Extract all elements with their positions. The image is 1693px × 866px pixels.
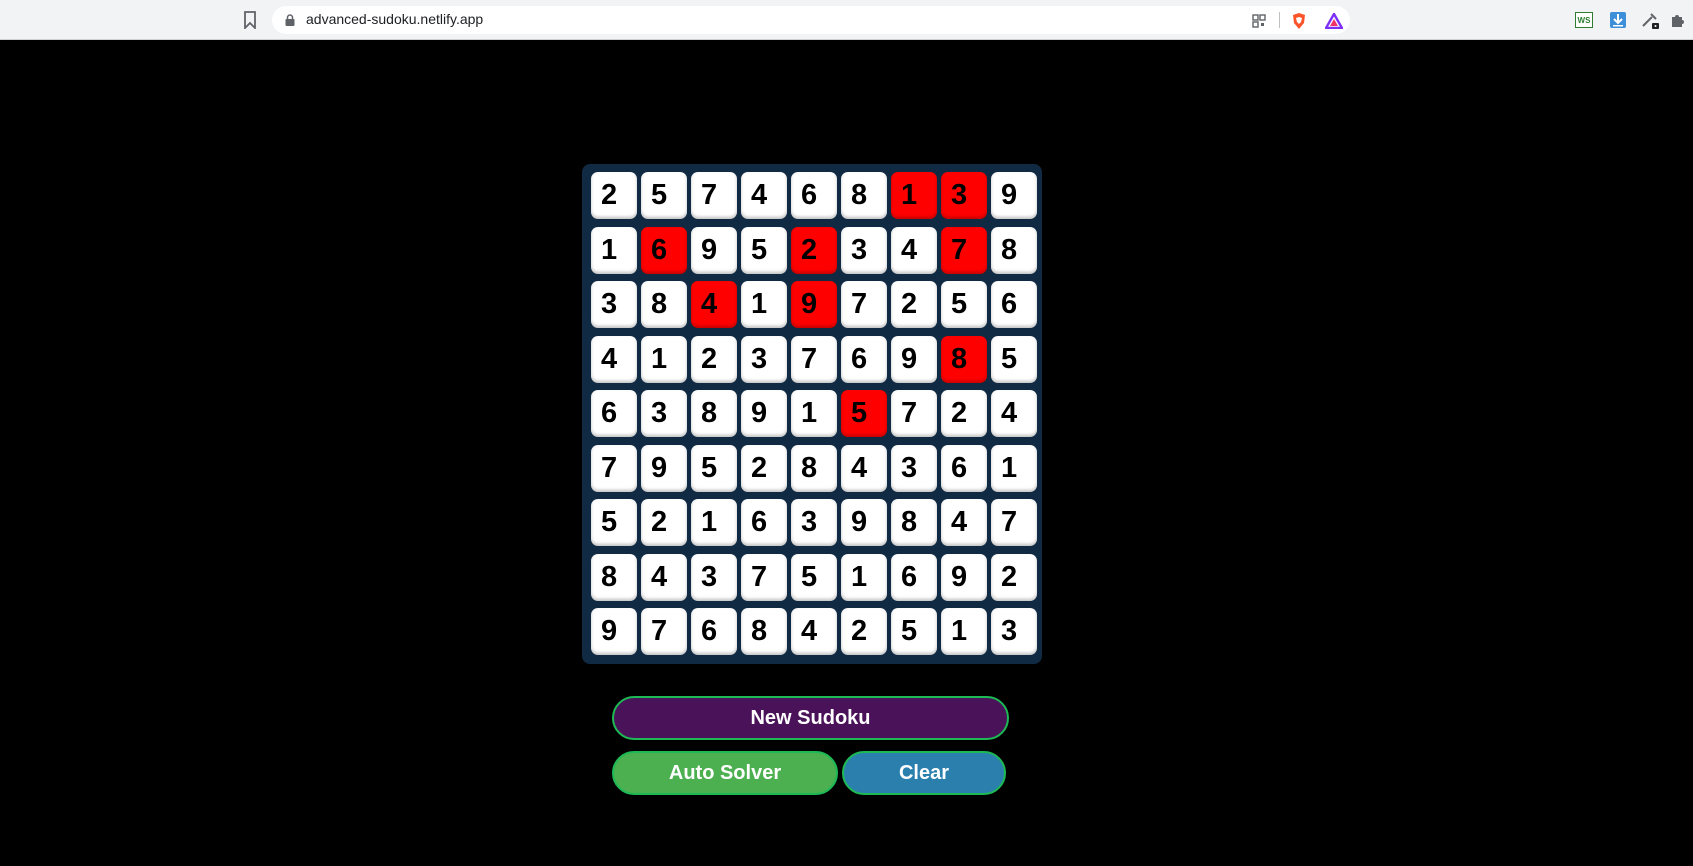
sudoku-cell-r9c2[interactable]: 7 — [641, 608, 687, 655]
sudoku-cell-r1c1[interactable]: 2 — [591, 172, 637, 219]
sudoku-cell-r1c3[interactable]: 7 — [691, 172, 737, 219]
sudoku-cell-r5c5[interactable]: 1 — [791, 390, 837, 437]
sudoku-board: 2574681391695234783841972564123769856389… — [582, 164, 1042, 664]
new-sudoku-button[interactable]: New Sudoku — [612, 696, 1009, 740]
sudoku-cell-r4c4[interactable]: 3 — [741, 335, 787, 383]
sudoku-cell-r3c3[interactable]: 4 — [691, 281, 737, 328]
sudoku-cell-r8c8[interactable]: 9 — [941, 553, 987, 601]
sudoku-cell-r4c9[interactable]: 5 — [991, 335, 1037, 383]
sudoku-cell-r7c3[interactable]: 1 — [691, 499, 737, 546]
auto-solver-button[interactable]: Auto Solver — [612, 751, 838, 795]
sudoku-cell-r3c7[interactable]: 2 — [891, 281, 937, 328]
sudoku-cell-r2c8[interactable]: 7 — [941, 226, 987, 274]
sudoku-cell-r8c5[interactable]: 5 — [791, 553, 837, 601]
sudoku-cell-r4c1[interactable]: 4 — [591, 335, 637, 383]
sudoku-cell-r7c4[interactable]: 6 — [741, 499, 787, 546]
sudoku-cell-r7c5[interactable]: 3 — [791, 499, 837, 546]
sudoku-cell-r5c3[interactable]: 8 — [691, 390, 737, 437]
sudoku-cell-r2c7[interactable]: 4 — [891, 226, 937, 274]
sudoku-cell-r6c7[interactable]: 3 — [891, 444, 937, 492]
sudoku-cell-r2c3[interactable]: 9 — [691, 226, 737, 274]
sudoku-cell-r9c8[interactable]: 1 — [941, 608, 987, 655]
sudoku-cell-r7c2[interactable]: 2 — [641, 499, 687, 546]
sudoku-cell-r3c6[interactable]: 7 — [841, 281, 887, 328]
sudoku-cell-r7c7[interactable]: 8 — [891, 499, 937, 546]
sudoku-cell-r1c7[interactable]: 1 — [891, 172, 937, 219]
clear-button[interactable]: Clear — [842, 751, 1006, 795]
brave-shield-icon[interactable] — [1290, 12, 1308, 30]
divider — [1279, 12, 1280, 28]
brave-rewards-icon[interactable] — [1325, 12, 1343, 30]
sudoku-cell-r1c8[interactable]: 3 — [941, 172, 987, 219]
sudoku-cell-r9c5[interactable]: 4 — [791, 608, 837, 655]
sudoku-cell-r6c9[interactable]: 1 — [991, 444, 1037, 492]
sudoku-cell-r1c4[interactable]: 4 — [741, 172, 787, 219]
sudoku-cell-r4c3[interactable]: 2 — [691, 335, 737, 383]
bookmark-icon[interactable] — [243, 11, 257, 29]
sudoku-cell-r6c2[interactable]: 9 — [641, 444, 687, 492]
sudoku-cell-r9c1[interactable]: 9 — [591, 608, 637, 655]
sudoku-cell-r7c9[interactable]: 7 — [991, 499, 1037, 546]
sudoku-cell-r2c9[interactable]: 8 — [991, 226, 1037, 274]
download-icon[interactable] — [1608, 10, 1628, 30]
sudoku-cell-r6c1[interactable]: 7 — [591, 444, 637, 492]
sudoku-cell-r1c2[interactable]: 5 — [641, 172, 687, 219]
sudoku-cell-r1c6[interactable]: 8 — [841, 172, 887, 219]
sudoku-cell-r5c2[interactable]: 3 — [641, 390, 687, 437]
sudoku-cell-r8c1[interactable]: 8 — [591, 553, 637, 601]
sudoku-cell-r4c8[interactable]: 8 — [941, 335, 987, 383]
browser-toolbar: advanced-sudoku.netlify.app WS — [0, 0, 1693, 40]
sudoku-cell-r6c3[interactable]: 5 — [691, 444, 737, 492]
sudoku-cell-r4c5[interactable]: 7 — [791, 335, 837, 383]
sudoku-cell-r8c3[interactable]: 3 — [691, 553, 737, 601]
sudoku-cell-r3c9[interactable]: 6 — [991, 281, 1037, 328]
sudoku-cell-r6c5[interactable]: 8 — [791, 444, 837, 492]
address-bar[interactable]: advanced-sudoku.netlify.app — [272, 6, 1350, 34]
sudoku-cell-r8c2[interactable]: 4 — [641, 553, 687, 601]
sudoku-cell-r3c1[interactable]: 3 — [591, 281, 637, 328]
sudoku-cell-r2c4[interactable]: 5 — [741, 226, 787, 274]
sudoku-cell-r3c8[interactable]: 5 — [941, 281, 987, 328]
sudoku-cell-r8c7[interactable]: 6 — [891, 553, 937, 601]
sudoku-cell-r4c7[interactable]: 9 — [891, 335, 937, 383]
sudoku-cell-r9c3[interactable]: 6 — [691, 608, 737, 655]
qr-code-icon[interactable] — [1250, 12, 1268, 30]
sudoku-cell-r6c8[interactable]: 6 — [941, 444, 987, 492]
sudoku-cell-r9c4[interactable]: 8 — [741, 608, 787, 655]
ws-extension-icon[interactable]: WS — [1575, 12, 1593, 28]
sudoku-cell-r9c9[interactable]: 3 — [991, 608, 1037, 655]
url-text[interactable]: advanced-sudoku.netlify.app — [306, 11, 483, 27]
lock-icon — [285, 14, 295, 26]
sudoku-cell-r5c1[interactable]: 6 — [591, 390, 637, 437]
sudoku-cell-r9c6[interactable]: 2 — [841, 608, 887, 655]
sudoku-cell-r4c6[interactable]: 6 — [841, 335, 887, 383]
sudoku-cell-r4c2[interactable]: 1 — [641, 335, 687, 383]
sudoku-cell-r5c9[interactable]: 4 — [991, 390, 1037, 437]
sudoku-cell-r7c8[interactable]: 4 — [941, 499, 987, 546]
sudoku-cell-r9c7[interactable]: 5 — [891, 608, 937, 655]
sudoku-cell-r2c2[interactable]: 6 — [641, 226, 687, 274]
sudoku-cell-r7c6[interactable]: 9 — [841, 499, 887, 546]
sudoku-cell-r1c9[interactable]: 9 — [991, 172, 1037, 219]
sudoku-cell-r1c5[interactable]: 6 — [791, 172, 837, 219]
sudoku-cell-r3c2[interactable]: 8 — [641, 281, 687, 328]
sudoku-cell-r5c4[interactable]: 9 — [741, 390, 787, 437]
sudoku-grid: 2574681391695234783841972564123769856389… — [591, 172, 1038, 655]
sudoku-cell-r3c4[interactable]: 1 — [741, 281, 787, 328]
eyedropper-icon[interactable] — [1640, 10, 1660, 30]
sudoku-cell-r2c5[interactable]: 2 — [791, 226, 837, 274]
sudoku-cell-r7c1[interactable]: 5 — [591, 499, 637, 546]
sudoku-cell-r5c7[interactable]: 7 — [891, 390, 937, 437]
sudoku-cell-r2c1[interactable]: 1 — [591, 226, 637, 274]
sudoku-cell-r2c6[interactable]: 3 — [841, 226, 887, 274]
sudoku-cell-r8c4[interactable]: 7 — [741, 553, 787, 601]
sudoku-cell-r8c6[interactable]: 1 — [841, 553, 887, 601]
sudoku-cell-r6c4[interactable]: 2 — [741, 444, 787, 492]
sudoku-cell-r6c6[interactable]: 4 — [841, 444, 887, 492]
sudoku-cell-r3c5[interactable]: 9 — [791, 281, 837, 328]
sudoku-cell-r5c8[interactable]: 2 — [941, 390, 987, 437]
sudoku-cell-r8c9[interactable]: 2 — [991, 553, 1037, 601]
sudoku-cell-r5c6[interactable]: 5 — [841, 390, 887, 437]
extensions-puzzle-icon[interactable] — [1668, 10, 1688, 30]
